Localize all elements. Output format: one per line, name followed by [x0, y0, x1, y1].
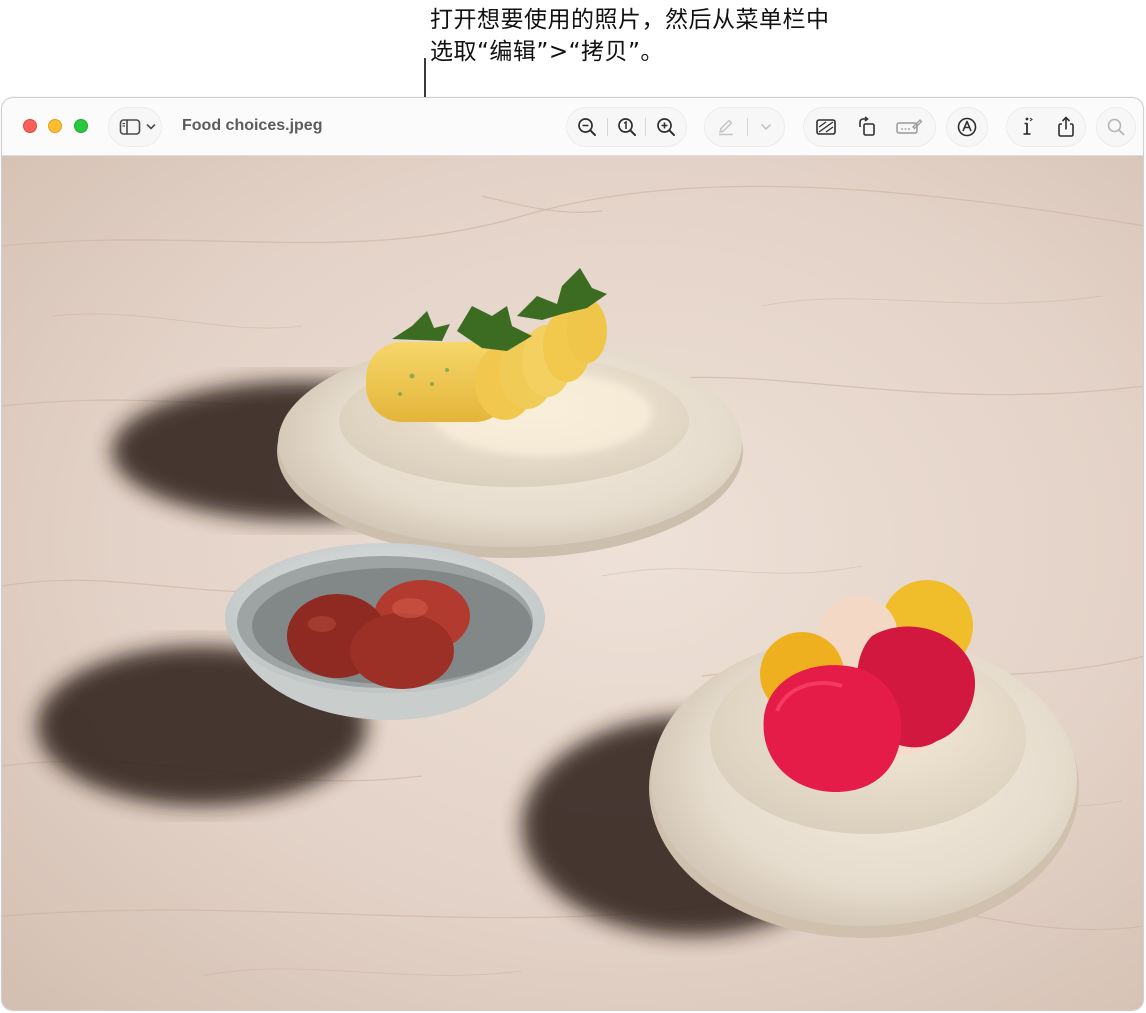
- minimize-button[interactable]: [48, 119, 62, 133]
- sign-icon: [896, 119, 923, 134]
- crop-button[interactable]: [804, 108, 848, 146]
- close-button[interactable]: [23, 119, 37, 133]
- maximize-button[interactable]: [74, 119, 88, 133]
- search-button[interactable]: [1096, 107, 1136, 147]
- info-share-group: [1006, 107, 1086, 147]
- preview-window: Food choices.jpeg: [1, 97, 1144, 1011]
- share-button[interactable]: [1047, 108, 1085, 146]
- share-icon: [1058, 116, 1074, 137]
- markup-icon: [947, 108, 987, 146]
- markup-button[interactable]: [946, 107, 988, 147]
- highlight-button[interactable]: [705, 108, 747, 146]
- sidebar-toggle-button[interactable]: [108, 107, 162, 147]
- zoom-out-icon: [577, 118, 596, 136]
- search-icon: [1097, 108, 1135, 146]
- sidebar-icon: [115, 108, 145, 146]
- food-photo: [2, 156, 1143, 1010]
- callout-text: 打开想要使用的照片，然后从菜单栏中 选取“编辑”>“拷贝”。: [430, 4, 900, 68]
- highlight-menu-button[interactable]: [748, 108, 784, 146]
- edit-group: [803, 107, 936, 147]
- zoom-in-icon: [657, 118, 676, 136]
- info-button[interactable]: [1007, 108, 1047, 146]
- chevron-down-icon: [145, 108, 157, 146]
- info-icon: [1023, 117, 1033, 135]
- window-title: Food choices.jpeg: [182, 117, 323, 134]
- chevron-down-icon: [761, 124, 771, 131]
- sign-button[interactable]: [886, 108, 932, 146]
- highlight-group: [704, 107, 785, 147]
- actual-size-button[interactable]: [608, 108, 646, 146]
- callout-line-2: 选取“编辑”>“拷贝”。: [430, 39, 664, 65]
- zoom-in-button[interactable]: [646, 108, 686, 146]
- callout-line-1: 打开想要使用的照片，然后从菜单栏中: [430, 7, 830, 33]
- toolbar: Food choices.jpeg: [2, 98, 1143, 156]
- crop-icon: [816, 119, 836, 135]
- rotate-icon: [859, 116, 875, 136]
- zoom-out-button[interactable]: [567, 108, 607, 146]
- highlight-pen-icon: [719, 119, 733, 136]
- actual-size-icon: [617, 118, 636, 136]
- zoom-group: [566, 107, 687, 147]
- rotate-button[interactable]: [848, 108, 886, 146]
